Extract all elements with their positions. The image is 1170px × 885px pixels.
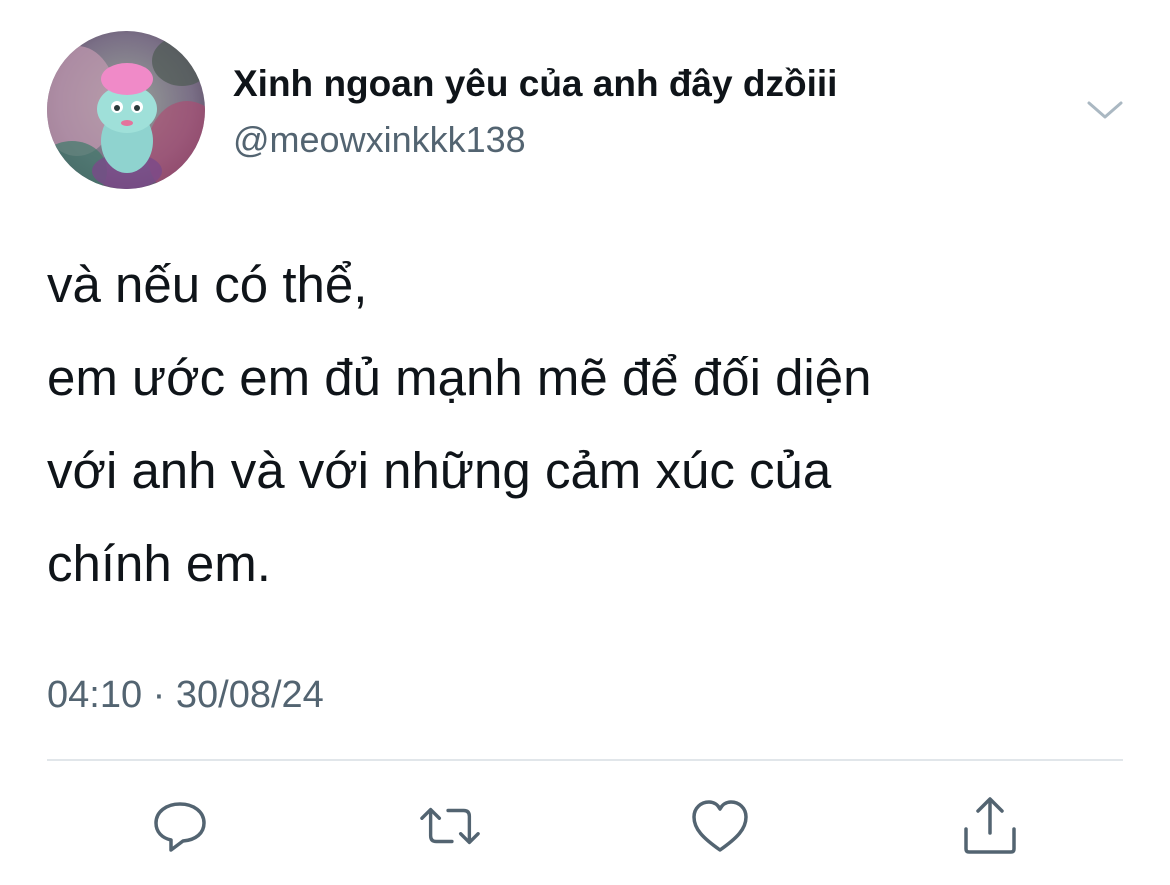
more-options-button[interactable] <box>1080 90 1130 130</box>
tweet-text-line: em ước em đủ mạnh mẽ để đối diện <box>47 349 872 406</box>
reply-icon <box>154 802 206 852</box>
reply-button[interactable] <box>149 795 211 857</box>
tweet-text: và nếu có thể, em ước em đủ mạnh mẽ để đ… <box>47 238 1127 610</box>
like-button[interactable] <box>689 795 751 857</box>
chevron-down-icon <box>1087 101 1123 119</box>
avatar[interactable] <box>47 31 205 189</box>
avatar-image <box>47 31 205 189</box>
timestamp-separator: · <box>152 674 166 716</box>
tweet-date: 30/08/24 <box>175 674 324 716</box>
divider <box>47 759 1123 761</box>
user-handle[interactable]: @meowxinkkk138 <box>233 116 526 164</box>
retweet-button[interactable] <box>419 795 481 857</box>
tweet-text-line: chính em. <box>47 535 271 592</box>
share-button[interactable] <box>959 795 1021 857</box>
retweet-icon <box>420 807 480 845</box>
heart-icon <box>692 800 748 852</box>
tweet-time: 04:10 <box>47 674 143 716</box>
tweet-text-line: với anh và với những cảm xúc của <box>47 442 832 499</box>
tweet-text-line: và nếu có thể, <box>47 256 368 313</box>
display-name[interactable]: Xinh ngoan yêu của anh đây dzồiii <box>233 60 837 108</box>
share-icon <box>964 797 1016 854</box>
tweet-timestamp[interactable]: 04:10 · 30/08/24 <box>47 671 324 719</box>
